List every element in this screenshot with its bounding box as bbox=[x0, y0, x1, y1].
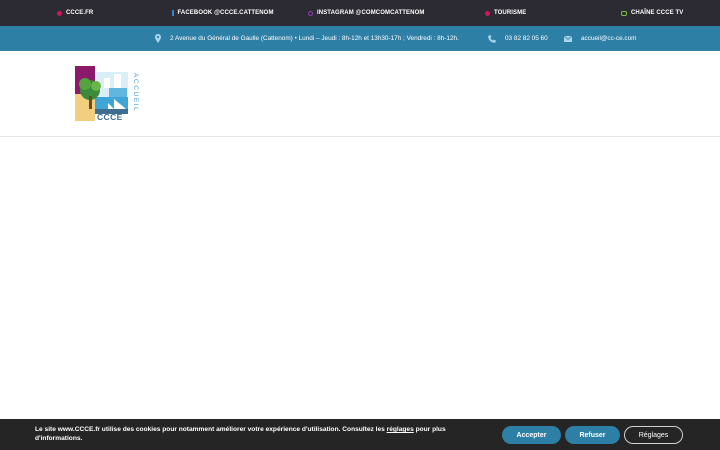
settings-button[interactable]: Réglages bbox=[624, 426, 683, 444]
envelope-icon bbox=[564, 35, 572, 42]
phone-item[interactable]: 03 82 82 05 60 bbox=[488, 26, 548, 51]
top-link-tourisme-label: TOURISME bbox=[494, 10, 527, 16]
ccce-logo-graphic: CCCE ACCUEIL bbox=[75, 66, 139, 122]
contact-info-bar: 2 Avenue du Général de Gaulle (Cattenom)… bbox=[0, 26, 720, 51]
cookie-message: Le site www.CCCE.fr utilise des cookies … bbox=[35, 425, 480, 443]
top-link-tourisme[interactable]: TOURISME bbox=[485, 0, 526, 26]
phone-icon bbox=[488, 34, 496, 43]
page: CCCE.FR FACEBOOK @CCCE.CATTENOM INSTAGRA… bbox=[0, 0, 720, 450]
top-link-instagram-label: INSTAGRAM @COMCOMCATTENOM bbox=[317, 10, 425, 16]
refuse-button[interactable]: Refuser bbox=[565, 426, 620, 444]
top-link-tv-label: CHAÎNE CCCE TV bbox=[631, 10, 684, 16]
map-pin-icon bbox=[155, 34, 161, 43]
facebook-icon bbox=[172, 10, 174, 16]
instagram-icon bbox=[308, 10, 313, 16]
email-item[interactable]: accueil@cc-ce.com bbox=[564, 26, 637, 51]
accept-button[interactable]: Accepter bbox=[502, 426, 561, 444]
address-text: 2 Avenue du Général de Gaulle (Cattenom)… bbox=[170, 35, 459, 42]
logo-side-text: ACCUEIL bbox=[132, 73, 139, 112]
site-logo[interactable]: CCCE ACCUEIL bbox=[74, 65, 140, 123]
email-text[interactable]: accueil@cc-ce.com bbox=[581, 35, 637, 42]
top-link-facebook[interactable]: FACEBOOK @CCCE.CATTENOM bbox=[172, 0, 274, 26]
top-link-ccce-label: CCCE.FR bbox=[66, 10, 94, 16]
top-links-bar: CCCE.FR FACEBOOK @CCCE.CATTENOM INSTAGRA… bbox=[0, 0, 720, 26]
top-link-facebook-label: FACEBOOK @CCCE.CATTENOM bbox=[177, 10, 274, 16]
phone-text[interactable]: 03 82 82 05 60 bbox=[505, 35, 548, 42]
top-link-tv[interactable]: CHAÎNE CCCE TV bbox=[621, 0, 683, 26]
cookie-settings-link[interactable]: réglages bbox=[387, 426, 414, 433]
top-link-ccce[interactable]: CCCE.FR bbox=[57, 0, 93, 26]
logo-text: CCCE bbox=[97, 112, 123, 122]
cookie-banner: Le site www.CCCE.fr utilise des cookies … bbox=[0, 419, 720, 450]
cookie-message-start: Le site www.CCCE.fr utilise des cookies … bbox=[35, 426, 387, 433]
address-item: 2 Avenue du Général de Gaulle (Cattenom)… bbox=[155, 26, 459, 51]
top-link-instagram[interactable]: INSTAGRAM @COMCOMCATTENOM bbox=[308, 0, 424, 26]
tv-icon bbox=[621, 10, 627, 16]
camera-icon bbox=[485, 10, 490, 16]
globe-icon bbox=[57, 10, 62, 16]
site-header: CCCE ACCUEIL bbox=[0, 51, 720, 137]
